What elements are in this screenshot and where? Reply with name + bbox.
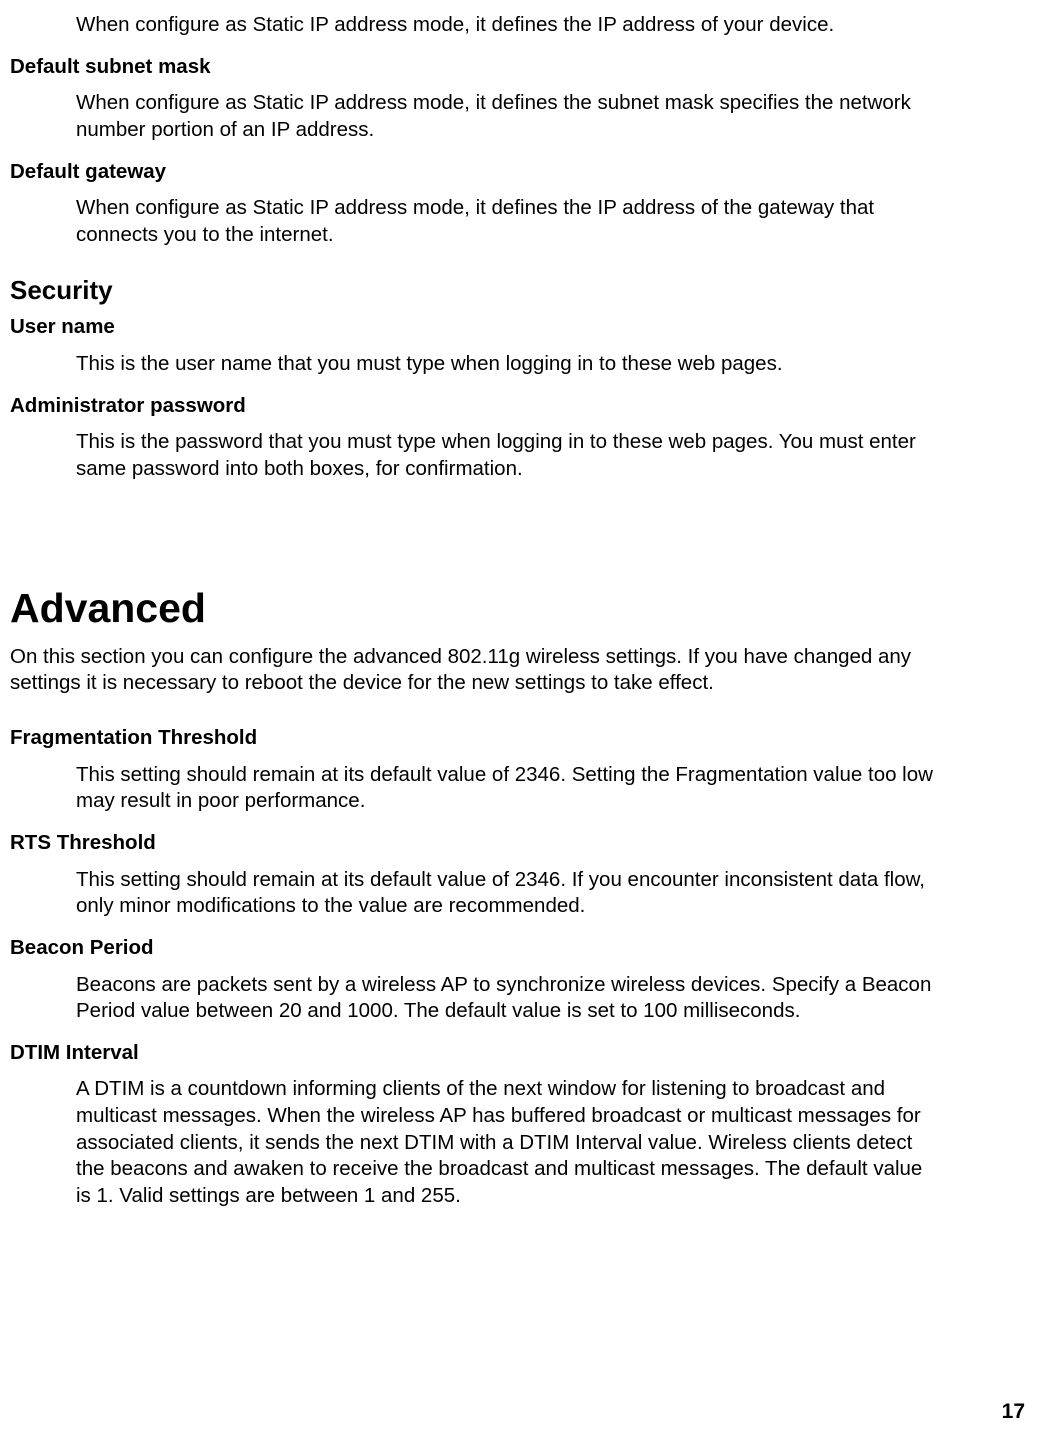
- rts-description: This setting should remain at its defaul…: [76, 867, 942, 920]
- fragmentation-term: Fragmentation Threshold: [10, 725, 1027, 752]
- username-term: User name: [10, 314, 1027, 341]
- admin-password-description: This is the password that you must type …: [76, 429, 942, 482]
- gateway-description: When configure as Static IP address mode…: [76, 195, 942, 248]
- advanced-heading: Advanced: [10, 582, 1027, 635]
- admin-password-term: Administrator password: [10, 393, 1027, 420]
- fragmentation-description: This setting should remain at its defaul…: [76, 762, 942, 815]
- beacon-description: Beacons are packets sent by a wireless A…: [76, 972, 942, 1025]
- subnet-mask-term: Default subnet mask: [10, 54, 1027, 81]
- security-heading: Security: [10, 274, 1027, 308]
- dtim-term: DTIM Interval: [10, 1040, 1027, 1067]
- username-description: This is the user name that you must type…: [76, 351, 942, 378]
- subnet-mask-description: When configure as Static IP address mode…: [76, 90, 942, 143]
- advanced-intro: On this section you can configure the ad…: [10, 644, 977, 697]
- page-number: 17: [1002, 1398, 1025, 1425]
- rts-term: RTS Threshold: [10, 830, 1027, 857]
- ip-address-description: When configure as Static IP address mode…: [76, 12, 942, 39]
- beacon-term: Beacon Period: [10, 935, 1027, 962]
- gateway-term: Default gateway: [10, 159, 1027, 186]
- dtim-description: A DTIM is a countdown informing clients …: [76, 1076, 942, 1209]
